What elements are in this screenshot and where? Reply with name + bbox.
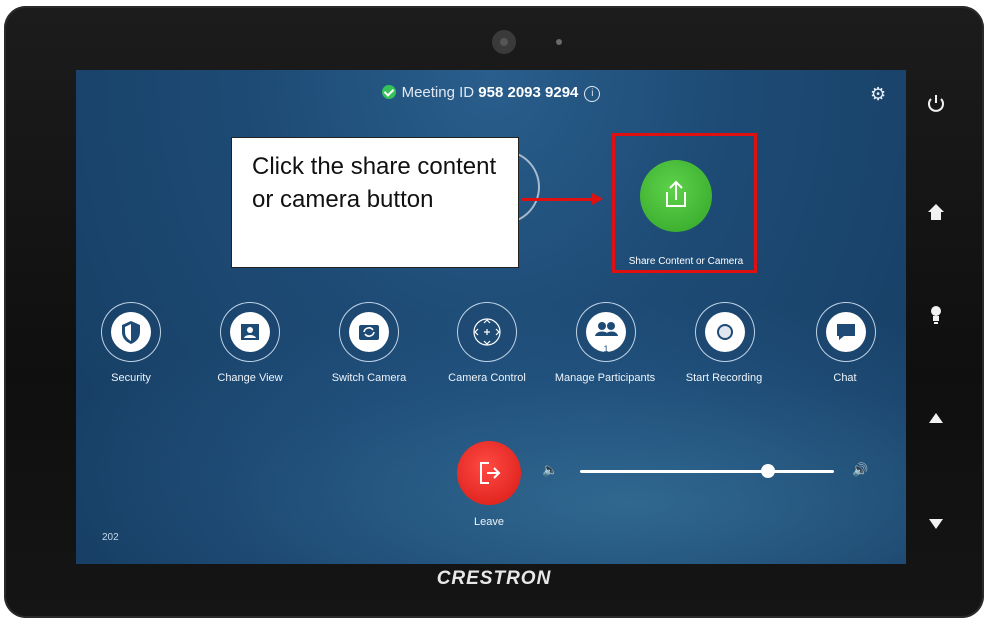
record-icon [705,312,745,352]
switch-camera-button[interactable] [339,302,399,362]
security-button[interactable] [101,302,161,362]
meeting-id-bar: Meeting ID 958 2093 9294 i [76,84,906,102]
meeting-id-value: 958 2093 9294 [478,84,579,101]
camera-control-icon [473,318,501,346]
volume-up-arrow-icon[interactable] [924,406,948,430]
volume-slider-handle[interactable] [760,464,775,478]
callout-arrow-head-icon [592,193,603,205]
encryption-shield-icon [381,85,396,99]
change-view-button[interactable] [220,302,280,362]
volume-high-icon[interactable]: 🔊 [852,462,868,478]
light-sensor-icon [556,39,562,45]
leave-label: Leave [474,516,504,528]
start-recording-button[interactable] [695,302,755,362]
change-view-icon [230,312,270,352]
leave-button[interactable] [457,441,521,505]
meeting-id-label: Meeting ID [401,84,475,101]
camera-control-button[interactable] [457,302,517,362]
instruction-callout: Click the share content or camera button [231,137,519,268]
start-recording-label: Start Recording [685,372,763,384]
home-icon[interactable] [924,200,948,224]
leave-exit-icon [480,462,501,484]
switch-camera-icon [349,312,389,352]
manage-participants-button[interactable]: 1 [576,302,636,362]
volume-down-arrow-icon[interactable] [924,512,948,536]
chat-label: Chat [833,372,857,384]
lightbulb-icon[interactable] [924,302,948,326]
share-button-highlight [612,133,757,273]
volume-low-icon[interactable]: 🔈 [542,462,558,478]
info-icon[interactable]: i [584,86,601,102]
volume-slider-track[interactable] [580,470,834,473]
settings-gear-icon[interactable]: ⚙ [870,84,886,105]
security-shield-icon [111,312,151,352]
chat-bubble-icon [826,312,866,352]
chat-button[interactable] [816,302,876,362]
crestron-logo: CRESTRON [436,568,552,589]
participant-count-badge: 1 [603,344,609,354]
camera-lens-icon [492,30,516,54]
room-number: 202 [102,532,119,543]
callout-arrow-line [522,198,594,201]
controls-row: Security Change View Switch Camera Camer… [76,302,906,392]
power-icon[interactable] [924,92,948,116]
